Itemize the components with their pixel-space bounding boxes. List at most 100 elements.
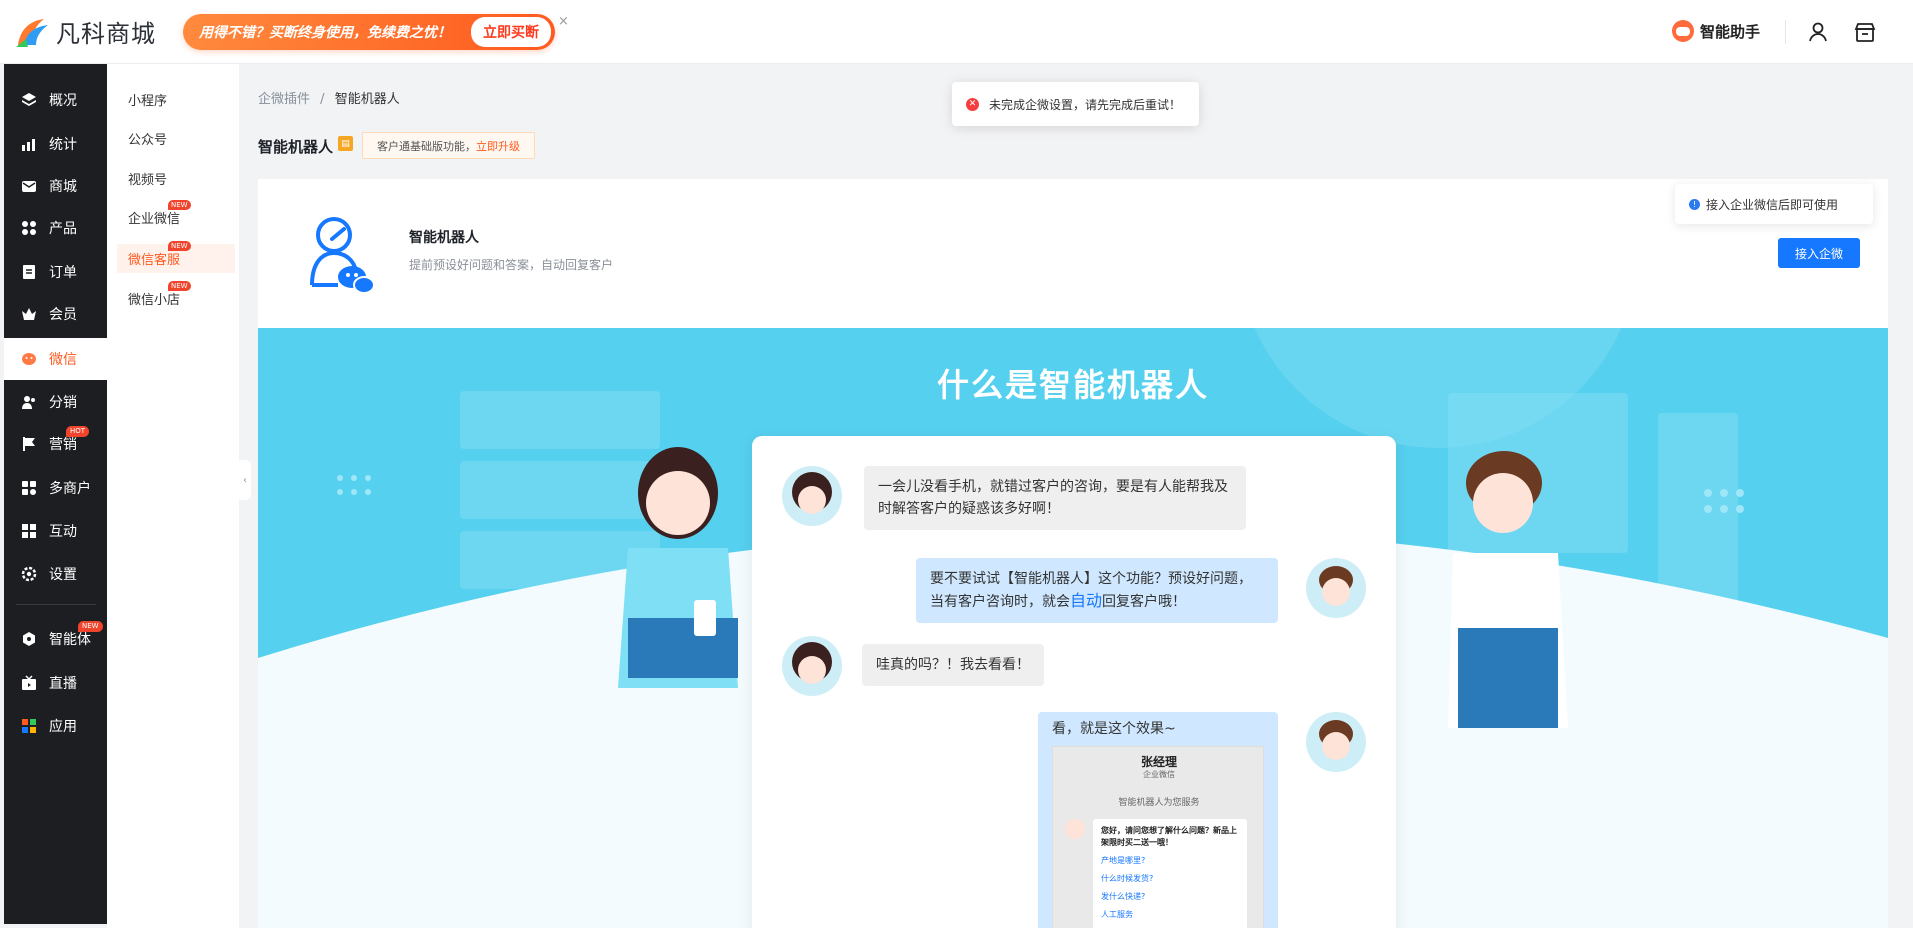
plugin-description: 提前预设好问题和答案，自动回复客户 <box>409 258 614 272</box>
submenu-item-label: 企业微信 <box>128 212 181 227</box>
toast-text: 未完成企微设置，请先完成后重试！ <box>989 97 1182 112</box>
faq-link[interactable]: 发什么快递? <box>1101 891 1239 903</box>
chat-bubble: 一会儿没看手机，就错过客户的咨询，要是有人能帮我及时解答客户的疑惑该多好啊！ <box>864 466 1246 530</box>
new-badge: NEW <box>168 281 191 291</box>
man-avatar <box>1306 558 1366 618</box>
chat-highlight: 自动 <box>1070 591 1103 610</box>
buyout-button[interactable]: 立即买断 <box>471 17 551 47</box>
merchant-icon <box>22 481 36 495</box>
collapse-submenu-button[interactable]: ‹ <box>239 460 251 500</box>
banner-title: 什么是智能机器人 <box>936 366 1209 404</box>
connect-tip-popover: ! 接入企业微信后即可使用 <box>1675 184 1873 224</box>
promo-close-icon[interactable]: × <box>558 14 569 29</box>
promo-banner[interactable]: 用得不错？买断终身使用，免续费之忧！ 立即买断 <box>183 14 555 50</box>
woman-avatar <box>1065 819 1085 839</box>
sidebar-item-overview[interactable]: 概况 <box>4 80 107 120</box>
tv-icon <box>22 675 36 690</box>
store-icon[interactable] <box>1853 20 1877 44</box>
page-title: 智能机器人 <box>258 138 334 156</box>
chat-demo-card: 一会儿没看手机，就错过客户的咨询，要是有人能帮我及时解答客户的疑惑该多好啊！ 要… <box>752 436 1396 928</box>
sidebar-item-members[interactable]: 会员 <box>4 294 107 334</box>
faq-link[interactable]: 什么时候发货? <box>1101 873 1239 885</box>
woman-avatar <box>782 636 842 696</box>
submenu-item-customer-service[interactable]: 微信客服 NEW <box>117 241 235 273</box>
breadcrumb-current: 智能机器人 <box>334 92 400 107</box>
error-toast: ✕ 未完成企微设置，请先完成后重试！ <box>952 82 1200 126</box>
chat-bubble: 要不要试试【智能机器人】这个功能？预设好问题，当有客户咨询时，就会自动回复客户哦… <box>916 558 1278 623</box>
plugin-name: 智能机器人 <box>409 230 479 246</box>
apps-icon <box>22 719 36 733</box>
sidebar-item-interaction[interactable]: 互动 <box>4 511 107 551</box>
breadcrumb-parent[interactable]: 企微插件 <box>258 92 310 107</box>
sidebar-item-label: 营销 <box>49 437 77 453</box>
upgrade-link[interactable]: 立即升级 <box>476 138 520 154</box>
wechat-submenu: 小程序 公众号 视频号 企业微信 NEW 微信客服 NEW 微信小店 NEW <box>107 64 239 928</box>
brand-logo-icon <box>16 18 48 47</box>
breadcrumb: 企微插件 / 智能机器人 <box>258 88 400 107</box>
breadcrumb-separator: / <box>320 92 325 107</box>
submenu-item-official-account[interactable]: 公众号 <box>117 124 235 153</box>
sidebar-item-label: 分销 <box>49 395 77 411</box>
sidebar-item-label: 设置 <box>49 567 77 583</box>
new-badge: NEW <box>168 241 191 251</box>
sidebar-item-label: 商城 <box>49 179 77 195</box>
submenu-item-wechat-shop[interactable]: 微信小店 NEW <box>117 281 235 313</box>
faq-link[interactable]: 产地是哪里? <box>1101 855 1239 867</box>
new-badge: NEW <box>168 200 191 210</box>
brand-logo[interactable]: 凡科商城 <box>14 14 156 49</box>
sidebar-item-apps[interactable]: 应用 <box>4 706 107 746</box>
submenu-item-mini-program[interactable]: 小程序 <box>117 85 235 114</box>
phone-preview: 张经理 企业微信 智能机器人为您服务 您好，请问您想了解什么问题？新品上架限时买… <box>1052 746 1264 928</box>
user-icon[interactable] <box>1806 20 1830 44</box>
hot-badge: HOT <box>66 426 90 437</box>
sidebar-item-distribution[interactable]: 分销 <box>4 382 107 422</box>
sidebar-item-label: 订单 <box>49 265 77 281</box>
upgrade-text: 客户通基础版功能， <box>377 139 476 153</box>
smart-assistant-button[interactable]: 智能助手 <box>1672 20 1760 42</box>
submenu-item-label: 微信小店 <box>128 293 181 308</box>
sidebar-item-label: 多商户 <box>49 481 91 497</box>
sidebar-item-orders[interactable]: 订单 <box>4 252 107 292</box>
sidebar-item-marketing[interactable]: 营销 HOT <box>4 424 107 464</box>
submenu-item-label: 视频号 <box>128 173 168 188</box>
main-content: 企微插件 / 智能机器人 ✕ 未完成企微设置，请先完成后重试！ 智能机器人 ▤ … <box>258 64 1888 928</box>
crown-icon <box>22 308 36 320</box>
contact-name: 张经理 <box>1140 755 1177 769</box>
plugin-card: 智能机器人 提前预设好问题和答案，自动回复客户 ! 接入企业微信后即可使用 接入… <box>258 179 1888 928</box>
sidebar-item-agent[interactable]: 智能体 NEW <box>4 619 107 659</box>
top-bar: 凡科商城 用得不错？买断终身使用，免续费之忧！ 立即买断 × 智能助手 <box>0 0 1913 64</box>
sidebar-item-label: 微信 <box>49 352 77 368</box>
grid-icon <box>22 221 36 235</box>
gear-icon <box>21 566 37 582</box>
users-icon <box>22 396 35 409</box>
bot-message: 您好，请问您想了解什么问题？新品上架限时买二送一哦！ 产地是哪里? 什么时候发货… <box>1093 819 1247 928</box>
chat-bubble: 哇真的吗？！我去看看！ <box>862 644 1044 686</box>
sidebar-item-label: 应用 <box>49 719 77 735</box>
new-badge: NEW <box>78 621 103 632</box>
sidebar-item-live[interactable]: 直播 <box>4 663 107 703</box>
sidebar-item-mall[interactable]: 商城 <box>4 166 107 206</box>
connect-wecom-button[interactable]: 接入企微 <box>1778 238 1860 268</box>
submenu-item-label: 公众号 <box>128 133 168 148</box>
sidebar-item-label: 统计 <box>49 137 77 153</box>
submenu-item-label: 小程序 <box>128 94 168 109</box>
sidebar-item-label: 概况 <box>49 93 77 109</box>
sidebar-item-products[interactable]: 产品 <box>4 208 107 248</box>
sidebar-item-wechat[interactable]: 微信 <box>4 338 107 380</box>
sidebar-item-stats[interactable]: 统计 <box>4 124 107 164</box>
submenu-item-wecom[interactable]: 企业微信 NEW <box>117 200 235 232</box>
vip-icon: ▤ <box>338 136 353 151</box>
sidebar-item-settings[interactable]: 设置 <box>4 554 107 594</box>
robot-icon <box>1672 20 1694 42</box>
brand-name: 凡科商城 <box>56 20 156 48</box>
sidebar-item-label: 互动 <box>49 524 77 540</box>
chat-text: 回复客户哦！ <box>1102 594 1187 610</box>
assistant-label: 智能助手 <box>1700 22 1761 41</box>
chat-text: 看，就是这个效果~ <box>1052 721 1176 737</box>
chart-icon <box>22 139 35 151</box>
wechat-icon <box>22 353 36 365</box>
submenu-item-channels[interactable]: 视频号 <box>117 164 235 193</box>
info-icon: ! <box>1689 198 1700 210</box>
sidebar-item-multi-merchant[interactable]: 多商户 <box>4 468 107 508</box>
faq-link[interactable]: 人工服务 <box>1101 909 1239 921</box>
